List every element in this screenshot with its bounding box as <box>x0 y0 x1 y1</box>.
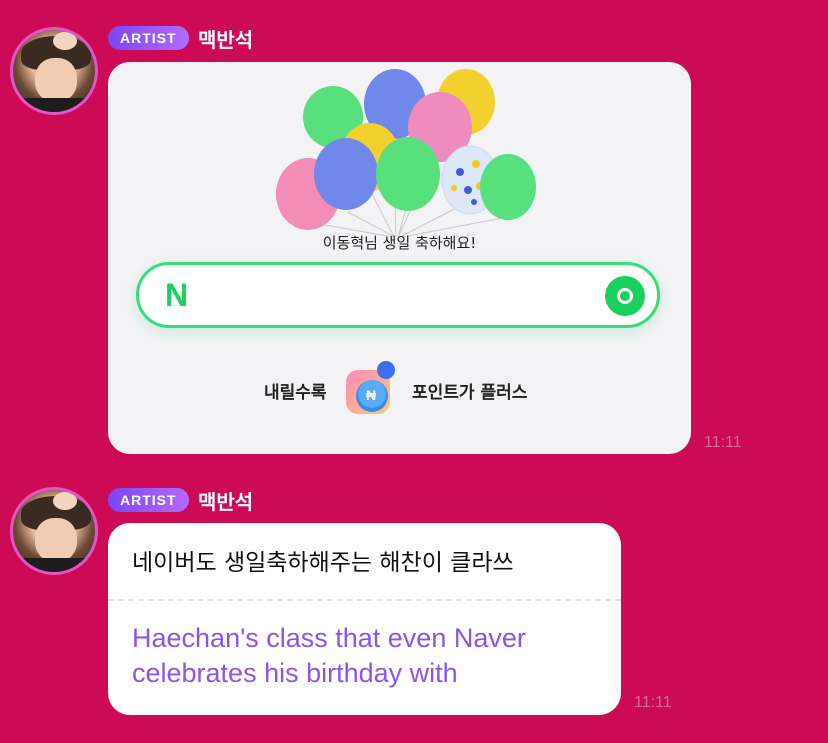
message-bubble[interactable]: 네이버도 생일축하해주는 해찬이 클라쓰 Haechan's class tha… <box>108 523 621 715</box>
message-time: 11:11 <box>704 434 742 451</box>
avatar[interactable] <box>10 27 98 115</box>
svg-text:₦: ₦ <box>366 387 376 403</box>
translation-text: Haechan's class that even Naver celebrat… <box>132 623 526 688</box>
divider <box>108 599 621 601</box>
search-button[interactable] <box>605 276 645 316</box>
birthday-caption: 이동혁님 생일 축하해요! <box>322 234 477 252</box>
naver-search-bar[interactable]: N <box>136 262 660 328</box>
naver-birthday-card[interactable]: 이동혁님 생일 축하해요! N 내릴수록 ₦ 포인트가 플러스 <box>108 62 691 454</box>
sender-name: 맥반석 <box>198 28 254 52</box>
promo-text-right: 포인트가 플러스 <box>412 383 528 403</box>
message-time: 11:11 <box>634 694 672 711</box>
artist-badge: ARTIST <box>108 26 189 50</box>
artist-badge: ARTIST <box>108 488 189 512</box>
point-coin-icon: ₦ <box>346 361 395 414</box>
naver-logo-icon: N <box>165 277 189 313</box>
promo-text-left: 내릴수록 <box>264 383 327 403</box>
message-text: 네이버도 생일축하해주는 해찬이 클라쓰 <box>132 550 514 576</box>
sender-name: 맥반석 <box>198 490 254 514</box>
avatar[interactable] <box>10 487 98 575</box>
